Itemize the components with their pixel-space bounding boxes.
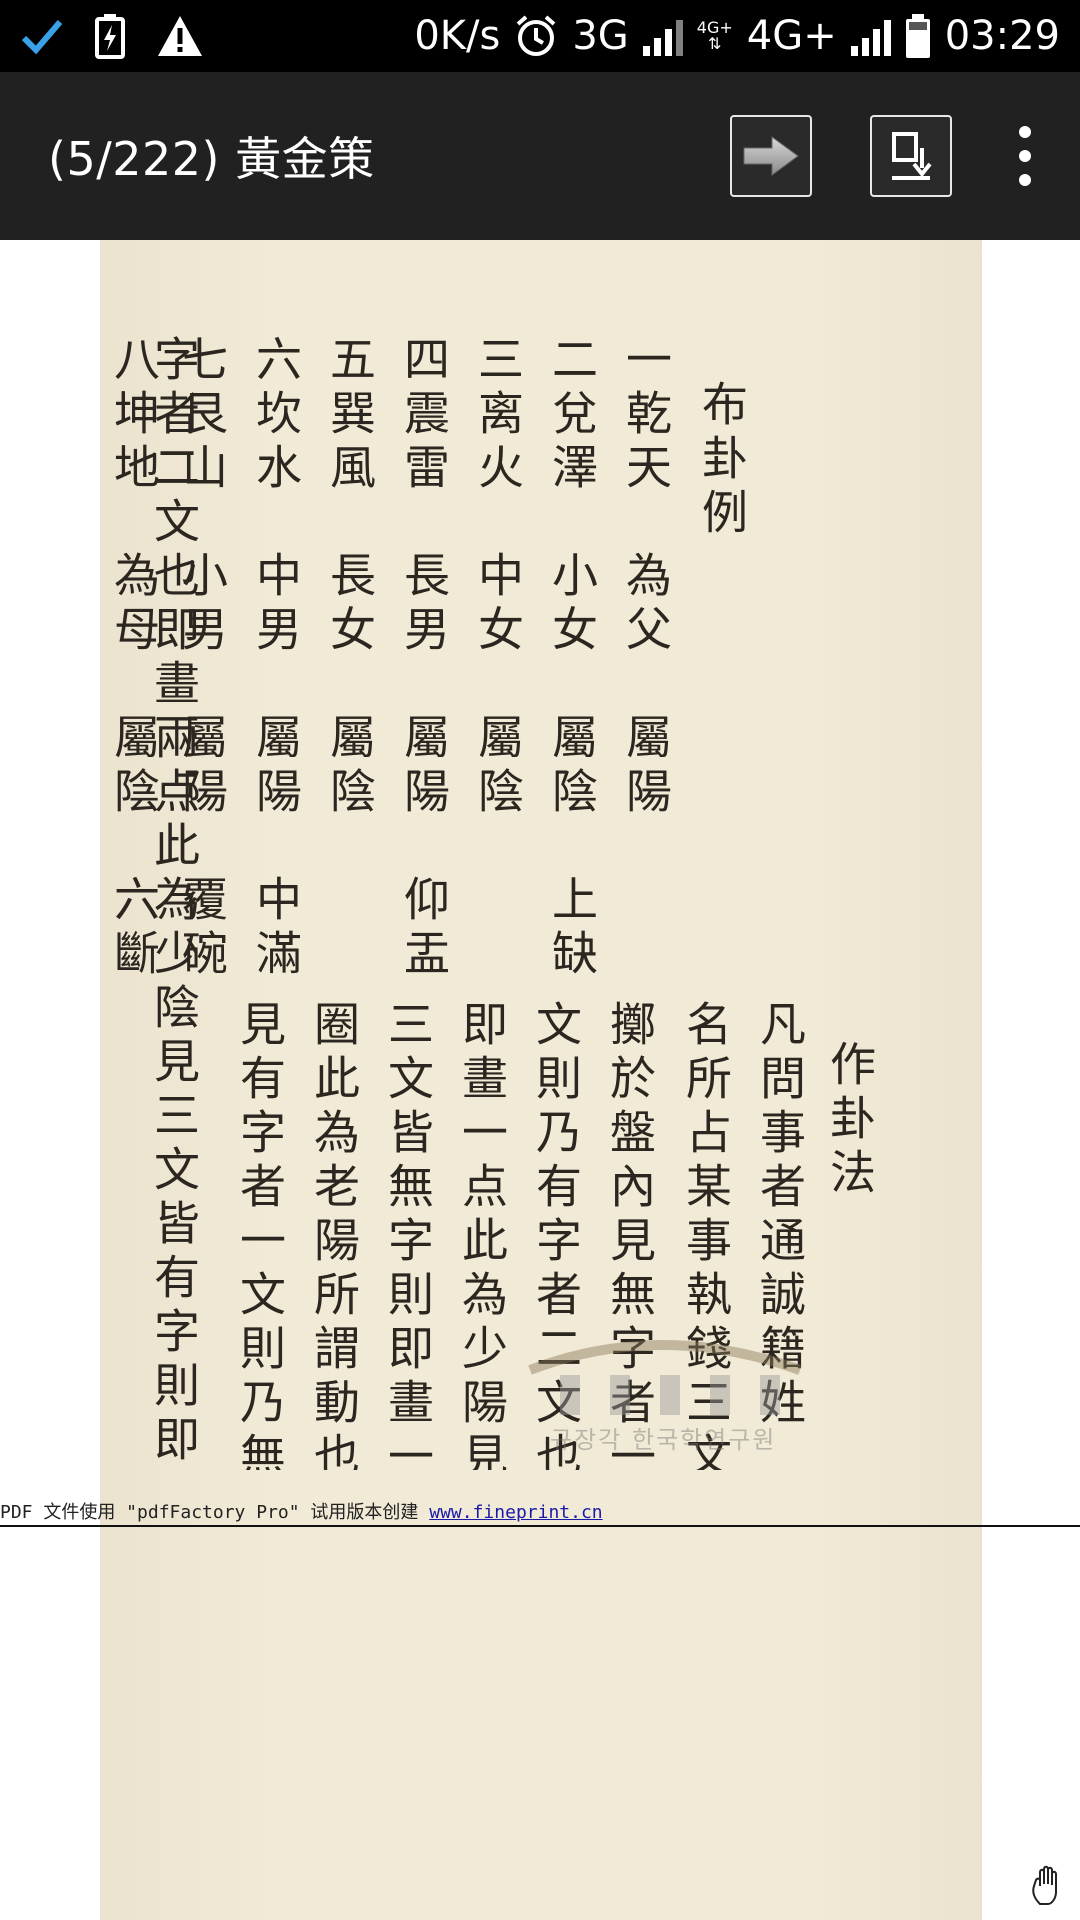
watermark-text: 규장각 한국학연구원 (550, 1426, 777, 1454)
dot-icon (1019, 126, 1031, 138)
battery-icon (905, 14, 930, 58)
footer-text: PDF 文件使用 "pdfFactory Pro" 试用版本创建 (0, 1502, 430, 1523)
building-logo-icon (528, 1340, 802, 1415)
document-viewer[interactable]: 布卦例 一乾天 為父 屬陽 二兌澤 小女 屬陰 上缺 三离火 中女 屬陰 四震雷… (0, 240, 1080, 1920)
zuogua-body: 凡問事者通誠籍姓 名所占某事執錢三文 擲於盤內見無字者一 文則乃有字者二文也 即… (100, 240, 982, 1470)
library-watermark: 규장각 한국학연구원 (520, 1330, 810, 1470)
dot-icon (1019, 150, 1031, 162)
page-separator (0, 1525, 1080, 1527)
text-line: 字者二文也即畫兩点此為少陰見三文皆有字則即 (147, 335, 201, 1469)
page-mode-button[interactable] (870, 115, 952, 197)
document-title: (5/222) 黃金策 (48, 132, 375, 186)
text-line: 圈此為老陽所謂動也 (307, 1000, 361, 1470)
network-speed: 0K/s (414, 13, 501, 59)
text-line: 見有字者一文則乃無 (233, 1000, 287, 1470)
footer-link[interactable]: www.fineprint.cn (429, 1502, 602, 1523)
page-download-icon (892, 132, 932, 180)
clock-time: 03:29 (944, 13, 1060, 59)
dot-icon (1019, 174, 1031, 186)
pan-hand-icon[interactable] (1028, 1864, 1072, 1908)
text-line: 三文皆無字則即畫一 (381, 1000, 435, 1470)
network-4g-badge: 4G+ ⇅ (697, 20, 733, 52)
network-4g-label: 4G+ (746, 13, 837, 59)
signal-4g-icon (850, 16, 891, 56)
data-arrows-icon: ⇅ (708, 34, 722, 53)
network-3g-label: 3G (572, 13, 629, 59)
pdf-footer: PDF 文件使用 "pdfFactory Pro" 试用版本创建 www.fin… (0, 1498, 603, 1524)
status-bar: 0K/s 3G 4G+ ⇅ 4G+ 03:29 (0, 0, 1080, 72)
text-line: 即畫一点此為少陽見 (455, 1000, 509, 1470)
signal-3g-icon (642, 16, 683, 56)
battery-saver-icon (95, 14, 125, 59)
check-icon (21, 20, 63, 55)
warning-icon (158, 16, 202, 56)
next-page-button[interactable] (730, 115, 812, 197)
app-bar: (5/222) 黃金策 (0, 72, 1080, 240)
alarm-icon (516, 15, 556, 56)
arrow-right-icon (743, 136, 799, 176)
more-options-button[interactable] (1010, 126, 1040, 186)
